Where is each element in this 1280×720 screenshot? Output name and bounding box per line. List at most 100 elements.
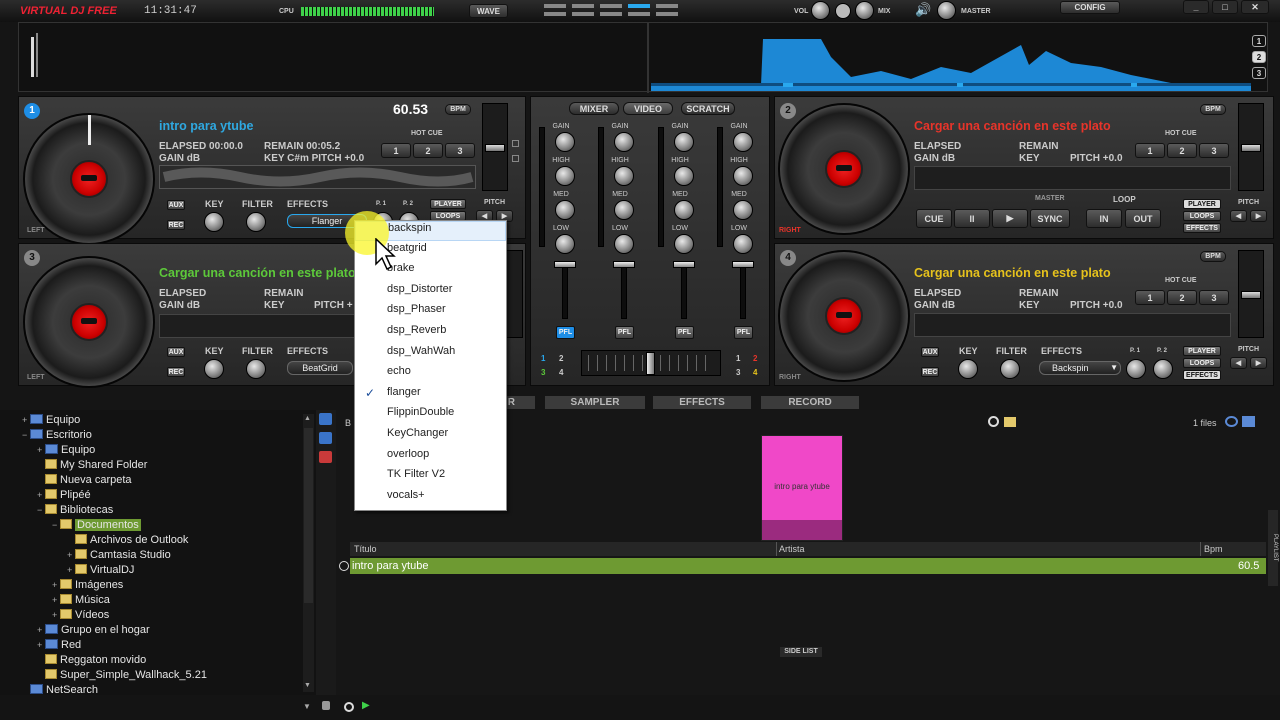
deck-1-pitch-lock[interactable]: [512, 155, 519, 162]
tree-item[interactable]: Super_Simple_Wallhack_5.21: [45, 668, 207, 683]
deck-4-bpm-button[interactable]: BPM: [1200, 251, 1226, 262]
add-favorite-folder-icon[interactable]: [319, 413, 332, 425]
ch1-high-knob[interactable]: [555, 166, 575, 186]
view-options-icon[interactable]: [1242, 416, 1255, 427]
layout-selector[interactable]: [544, 4, 680, 20]
deck-1-filter-knob[interactable]: [246, 212, 266, 232]
mix-knob[interactable]: [855, 1, 874, 20]
tree-item[interactable]: My Shared Folder: [45, 458, 147, 473]
deck-2-hot-cue-1[interactable]: 1: [1135, 143, 1165, 158]
deck-1-pitch-slider[interactable]: [482, 103, 508, 191]
tree-lock-icon[interactable]: [322, 701, 330, 710]
effect-menu-item[interactable]: FlippinDouble: [355, 406, 506, 426]
overview-deck-2[interactable]: 2: [1252, 51, 1266, 63]
ch1-volume-fader[interactable]: [562, 263, 568, 319]
deck-2-pause-button[interactable]: II: [954, 209, 990, 228]
effect-menu-item[interactable]: KeyChanger: [355, 427, 506, 447]
deck-4-rec-button[interactable]: REC: [921, 367, 939, 377]
deck-4-loops-button[interactable]: LOOPS: [1183, 358, 1221, 368]
ch3-low-knob[interactable]: [674, 234, 694, 254]
overview-deck-1[interactable]: 1: [1252, 35, 1266, 47]
ch4-med-knob[interactable]: [733, 200, 753, 220]
deck-4-pitch-slider[interactable]: [1238, 250, 1264, 338]
maximize-button[interactable]: □: [1212, 0, 1238, 14]
tree-item[interactable]: Imágenes: [60, 578, 123, 593]
tree-item[interactable]: Bibliotecas: [45, 503, 113, 518]
deck-1-aux-button[interactable]: AUX: [167, 200, 185, 210]
deck-2-pitch-down[interactable]: ◀: [1230, 210, 1247, 222]
refresh-icon[interactable]: [1225, 416, 1238, 427]
deck-3-aux-button[interactable]: AUX: [167, 347, 185, 357]
file-row[interactable]: intro para ytube 60.5: [350, 558, 1266, 574]
deck-4-effect-select[interactable]: Backspin ▼: [1039, 361, 1121, 375]
ch4-gain-knob[interactable]: [733, 132, 753, 152]
tab-sampler[interactable]: SAMPLER: [545, 396, 645, 409]
deck-1-waveform[interactable]: [159, 165, 476, 189]
deck-4-p1-knob[interactable]: [1126, 359, 1146, 379]
ch2-low-knob[interactable]: [614, 234, 634, 254]
deck-2-loop-in-button[interactable]: IN: [1086, 209, 1122, 228]
deck-4-p2-knob[interactable]: [1153, 359, 1173, 379]
deck-3-filter-knob[interactable]: [246, 359, 266, 379]
search-icon[interactable]: [988, 416, 999, 427]
tree-item[interactable]: Reggaton movido: [45, 653, 146, 668]
ch2-high-knob[interactable]: [614, 166, 634, 186]
master-knob[interactable]: [937, 1, 956, 20]
overview-deck-3[interactable]: 3: [1252, 67, 1266, 79]
close-button[interactable]: ✕: [1241, 0, 1269, 14]
ch3-volume-fader[interactable]: [681, 263, 687, 319]
deck-1-pitch-reset[interactable]: [512, 140, 519, 147]
side-list-button[interactable]: SIDE LIST: [780, 647, 822, 657]
deck-2-bpm-button[interactable]: BPM: [1200, 104, 1226, 115]
effect-menu-item[interactable]: dsp_Phaser: [355, 303, 506, 323]
deck-2-waveform[interactable]: [914, 166, 1231, 190]
ch1-fader-thumb[interactable]: [554, 261, 576, 268]
col-artist[interactable]: Artista: [779, 544, 805, 554]
deck-4-hot-cue-3[interactable]: 3: [1199, 290, 1229, 305]
tree-item[interactable]: Música: [60, 593, 110, 608]
volume-knob[interactable]: [811, 1, 830, 20]
add-virtual-folder-icon[interactable]: [319, 432, 332, 444]
deck-4-player-button[interactable]: PLAYER: [1183, 346, 1221, 356]
deck-2-platter[interactable]: [778, 103, 910, 235]
deck-4-key-knob[interactable]: [958, 359, 978, 379]
deck-3-rec-button[interactable]: REC: [167, 367, 185, 377]
effect-menu-item[interactable]: overloop: [355, 448, 506, 468]
deck-1-key-knob[interactable]: [204, 212, 224, 232]
ch3-fader-thumb[interactable]: [673, 261, 695, 268]
tree-item[interactable]: Vídeos: [60, 608, 109, 623]
col-bpm[interactable]: Bpm: [1204, 544, 1223, 554]
ch4-volume-fader[interactable]: [740, 263, 746, 319]
deck-3-key-knob[interactable]: [204, 359, 224, 379]
crossfader[interactable]: [581, 350, 721, 376]
tree-item[interactable]: VirtualDJ: [75, 563, 134, 578]
deck-2-loops-button[interactable]: LOOPS: [1183, 211, 1221, 221]
tree-item[interactable]: Equipo: [45, 443, 95, 458]
ch1-gain-knob[interactable]: [555, 132, 575, 152]
deck-4-waveform[interactable]: [914, 313, 1231, 337]
mixer-tab-scratch[interactable]: SCRATCH: [681, 102, 735, 115]
deck-1-hot-cue-1[interactable]: 1: [381, 143, 411, 158]
ch4-low-knob[interactable]: [733, 234, 753, 254]
deck-4-aux-button[interactable]: AUX: [921, 347, 939, 357]
deck-1-platter[interactable]: [23, 113, 155, 245]
add-search-icon[interactable]: [344, 702, 354, 712]
deck-3-pitch-slider[interactable]: [505, 250, 523, 338]
tree-item[interactable]: Archivos de Outlook: [75, 533, 188, 548]
effect-menu-item[interactable]: ✓ flanger: [355, 386, 506, 406]
deck-4-platter[interactable]: [778, 250, 910, 382]
tab-effects[interactable]: EFFECTS: [653, 396, 751, 409]
deck-4-filter-knob[interactable]: [1000, 359, 1020, 379]
tree-item[interactable]: Plipéé: [45, 488, 91, 503]
ch3-pfl-button[interactable]: PFL: [675, 326, 694, 339]
deck-4-pitch-up[interactable]: ▶: [1250, 357, 1267, 369]
speaker-icon[interactable]: 🔊: [915, 4, 931, 17]
deck-2-sync-button[interactable]: SYNC: [1030, 209, 1070, 228]
deck-2-loop-out-button[interactable]: OUT: [1125, 209, 1161, 228]
mixer-tab-mixer[interactable]: MIXER: [569, 102, 619, 115]
ch2-med-knob[interactable]: [614, 200, 634, 220]
deck-4-hot-cue-2[interactable]: 2: [1167, 290, 1197, 305]
tab-record[interactable]: RECORD: [761, 396, 859, 409]
playlist-toggle[interactable]: PLAYLIST: [1268, 510, 1278, 586]
ch3-gain-knob[interactable]: [674, 132, 694, 152]
